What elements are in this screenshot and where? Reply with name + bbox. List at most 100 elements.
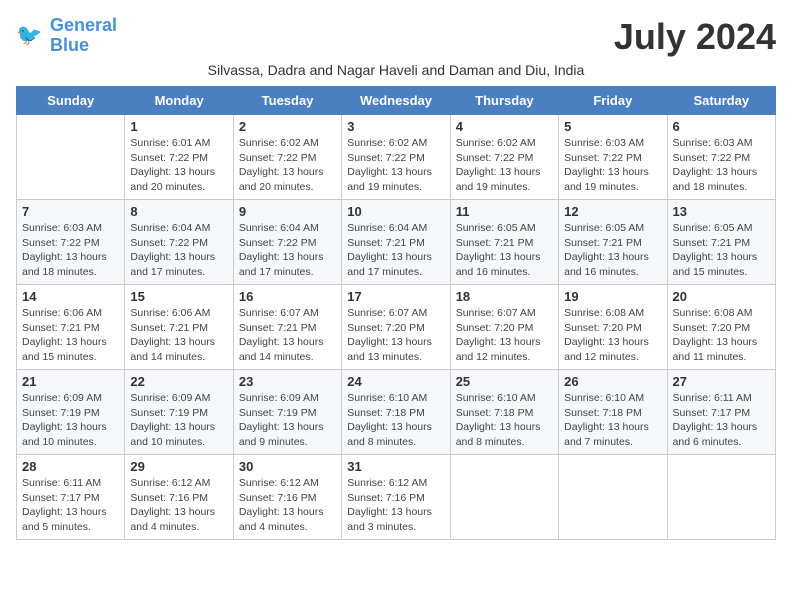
day-info: Sunrise: 6:05 AM Sunset: 7:21 PM Dayligh… xyxy=(673,221,770,280)
logo-text: General Blue xyxy=(50,16,117,56)
logo-icon: 🐦 xyxy=(16,21,46,51)
calendar-cell: 7 Sunrise: 6:03 AM Sunset: 7:22 PM Daylig… xyxy=(17,200,125,285)
calendar-cell: 16 Sunrise: 6:07 AM Sunset: 7:21 PM Dayli… xyxy=(233,285,341,370)
calendar-cell: 14 Sunrise: 6:06 AM Sunset: 7:21 PM Dayli… xyxy=(17,285,125,370)
day-info: Sunrise: 6:07 AM Sunset: 7:20 PM Dayligh… xyxy=(456,306,553,365)
calendar-cell: 4 Sunrise: 6:02 AM Sunset: 7:22 PM Daylig… xyxy=(450,115,558,200)
calendar-cell: 3 Sunrise: 6:02 AM Sunset: 7:22 PM Daylig… xyxy=(342,115,450,200)
calendar-cell: 5Sunrise: 6:03 AM Sunset: 7:22 PM Daylig… xyxy=(559,115,667,200)
calendar-cell: 22 Sunrise: 6:09 AM Sunset: 7:19 PM Dayli… xyxy=(125,370,233,455)
calendar-cell: 30Sunrise: 6:12 AM Sunset: 7:16 PM Dayli… xyxy=(233,455,341,540)
logo: 🐦 General Blue xyxy=(16,16,117,56)
day-info: Sunrise: 6:02 AM Sunset: 7:22 PM Dayligh… xyxy=(456,136,553,195)
calendar-cell: 28 Sunrise: 6:11 AM Sunset: 7:17 PM Dayli… xyxy=(17,455,125,540)
day-number: 23 xyxy=(239,374,336,389)
day-info: Sunrise: 6:07 AM Sunset: 7:21 PM Dayligh… xyxy=(239,306,336,365)
day-number: 5 xyxy=(564,119,661,134)
day-info: Sunrise: 6:02 AM Sunset: 7:22 PM Dayligh… xyxy=(239,136,336,195)
month-title: July 2024 xyxy=(614,16,776,58)
day-number: 30 xyxy=(239,459,336,474)
calendar-cell: 20 Sunrise: 6:08 AM Sunset: 7:20 PM Dayli… xyxy=(667,285,775,370)
day-info: Sunrise: 6:12 AM Sunset: 7:16 PM Dayligh… xyxy=(130,476,227,535)
day-number: 25 xyxy=(456,374,553,389)
page-header: 🐦 General Blue July 2024 xyxy=(16,16,776,58)
calendar-cell: 24 Sunrise: 6:10 AM Sunset: 7:18 PM Dayli… xyxy=(342,370,450,455)
day-info: Sunrise: 6:09 AM Sunset: 7:19 PM Dayligh… xyxy=(239,391,336,450)
calendar-cell: 17 Sunrise: 6:07 AM Sunset: 7:20 PM Dayli… xyxy=(342,285,450,370)
day-info: Sunrise: 6:01 AM Sunset: 7:22 PM Dayligh… xyxy=(130,136,227,195)
logo-general: General xyxy=(50,15,117,35)
day-number: 4 xyxy=(456,119,553,134)
calendar-cell: 15Sunrise: 6:06 AM Sunset: 7:21 PM Dayli… xyxy=(125,285,233,370)
day-info: Sunrise: 6:08 AM Sunset: 7:20 PM Dayligh… xyxy=(564,306,661,365)
day-number: 3 xyxy=(347,119,444,134)
day-number: 22 xyxy=(130,374,227,389)
calendar-cell: 8 Sunrise: 6:04 AM Sunset: 7:22 PM Daylig… xyxy=(125,200,233,285)
day-number: 21 xyxy=(22,374,119,389)
day-number: 10 xyxy=(347,204,444,219)
day-info: Sunrise: 6:11 AM Sunset: 7:17 PM Dayligh… xyxy=(22,476,119,535)
day-number: 20 xyxy=(673,289,770,304)
calendar-cell xyxy=(559,455,667,540)
day-number: 9 xyxy=(239,204,336,219)
day-info: Sunrise: 6:03 AM Sunset: 7:22 PM Dayligh… xyxy=(673,136,770,195)
calendar-cell: 29Sunrise: 6:12 AM Sunset: 7:16 PM Dayli… xyxy=(125,455,233,540)
calendar-cell: 11Sunrise: 6:05 AM Sunset: 7:21 PM Dayli… xyxy=(450,200,558,285)
day-header-row: SundayMondayTuesdayWednesdayThursdayFrid… xyxy=(17,87,776,115)
calendar-week-3: 14 Sunrise: 6:06 AM Sunset: 7:21 PM Dayli… xyxy=(17,285,776,370)
day-header-friday: Friday xyxy=(559,87,667,115)
calendar-cell: 21Sunrise: 6:09 AM Sunset: 7:19 PM Dayli… xyxy=(17,370,125,455)
calendar-cell: 12 Sunrise: 6:05 AM Sunset: 7:21 PM Dayli… xyxy=(559,200,667,285)
day-info: Sunrise: 6:08 AM Sunset: 7:20 PM Dayligh… xyxy=(673,306,770,365)
day-number: 14 xyxy=(22,289,119,304)
day-number: 6 xyxy=(673,119,770,134)
location-subtitle: Silvassa, Dadra and Nagar Haveli and Dam… xyxy=(16,62,776,78)
day-info: Sunrise: 6:05 AM Sunset: 7:21 PM Dayligh… xyxy=(564,221,661,280)
svg-text:🐦: 🐦 xyxy=(16,24,42,47)
day-number: 8 xyxy=(130,204,227,219)
day-number: 19 xyxy=(564,289,661,304)
day-number: 12 xyxy=(564,204,661,219)
day-number: 13 xyxy=(673,204,770,219)
day-number: 7 xyxy=(22,204,119,219)
day-number: 17 xyxy=(347,289,444,304)
day-info: Sunrise: 6:11 AM Sunset: 7:17 PM Dayligh… xyxy=(673,391,770,450)
day-info: Sunrise: 6:06 AM Sunset: 7:21 PM Dayligh… xyxy=(130,306,227,365)
day-info: Sunrise: 6:10 AM Sunset: 7:18 PM Dayligh… xyxy=(347,391,444,450)
calendar-cell: 18 Sunrise: 6:07 AM Sunset: 7:20 PM Dayli… xyxy=(450,285,558,370)
calendar-cell: 1 Sunrise: 6:01 AM Sunset: 7:22 PM Daylig… xyxy=(125,115,233,200)
calendar-cell: 25Sunrise: 6:10 AM Sunset: 7:18 PM Dayli… xyxy=(450,370,558,455)
day-info: Sunrise: 6:04 AM Sunset: 7:22 PM Dayligh… xyxy=(130,221,227,280)
day-number: 31 xyxy=(347,459,444,474)
day-number: 18 xyxy=(456,289,553,304)
calendar-week-5: 28 Sunrise: 6:11 AM Sunset: 7:17 PM Dayli… xyxy=(17,455,776,540)
calendar-cell: 31Sunrise: 6:12 AM Sunset: 7:16 PM Dayli… xyxy=(342,455,450,540)
calendar-table: SundayMondayTuesdayWednesdayThursdayFrid… xyxy=(16,86,776,540)
day-header-tuesday: Tuesday xyxy=(233,87,341,115)
day-number: 28 xyxy=(22,459,119,474)
calendar-week-1: 1 Sunrise: 6:01 AM Sunset: 7:22 PM Daylig… xyxy=(17,115,776,200)
day-number: 24 xyxy=(347,374,444,389)
day-header-saturday: Saturday xyxy=(667,87,775,115)
calendar-cell: 27 Sunrise: 6:11 AM Sunset: 7:17 PM Dayli… xyxy=(667,370,775,455)
day-info: Sunrise: 6:07 AM Sunset: 7:20 PM Dayligh… xyxy=(347,306,444,365)
day-info: Sunrise: 6:03 AM Sunset: 7:22 PM Dayligh… xyxy=(22,221,119,280)
calendar-cell: 6 Sunrise: 6:03 AM Sunset: 7:22 PM Daylig… xyxy=(667,115,775,200)
day-info: Sunrise: 6:02 AM Sunset: 7:22 PM Dayligh… xyxy=(347,136,444,195)
calendar-cell: 26 Sunrise: 6:10 AM Sunset: 7:18 PM Dayli… xyxy=(559,370,667,455)
day-header-wednesday: Wednesday xyxy=(342,87,450,115)
day-info: Sunrise: 6:09 AM Sunset: 7:19 PM Dayligh… xyxy=(130,391,227,450)
day-header-sunday: Sunday xyxy=(17,87,125,115)
calendar-cell: 13 Sunrise: 6:05 AM Sunset: 7:21 PM Dayli… xyxy=(667,200,775,285)
day-info: Sunrise: 6:05 AM Sunset: 7:21 PM Dayligh… xyxy=(456,221,553,280)
day-number: 26 xyxy=(564,374,661,389)
day-number: 16 xyxy=(239,289,336,304)
day-number: 27 xyxy=(673,374,770,389)
day-info: Sunrise: 6:04 AM Sunset: 7:21 PM Dayligh… xyxy=(347,221,444,280)
day-info: Sunrise: 6:06 AM Sunset: 7:21 PM Dayligh… xyxy=(22,306,119,365)
calendar-week-4: 21 Sunrise: 6:09 AM Sunset: 7:19 PM Dayli… xyxy=(17,370,776,455)
day-info: Sunrise: 6:10 AM Sunset: 7:18 PM Dayligh… xyxy=(564,391,661,450)
day-number: 1 xyxy=(130,119,227,134)
calendar-cell xyxy=(667,455,775,540)
calendar-cell: 2Sunrise: 6:02 AM Sunset: 7:22 PM Daylig… xyxy=(233,115,341,200)
